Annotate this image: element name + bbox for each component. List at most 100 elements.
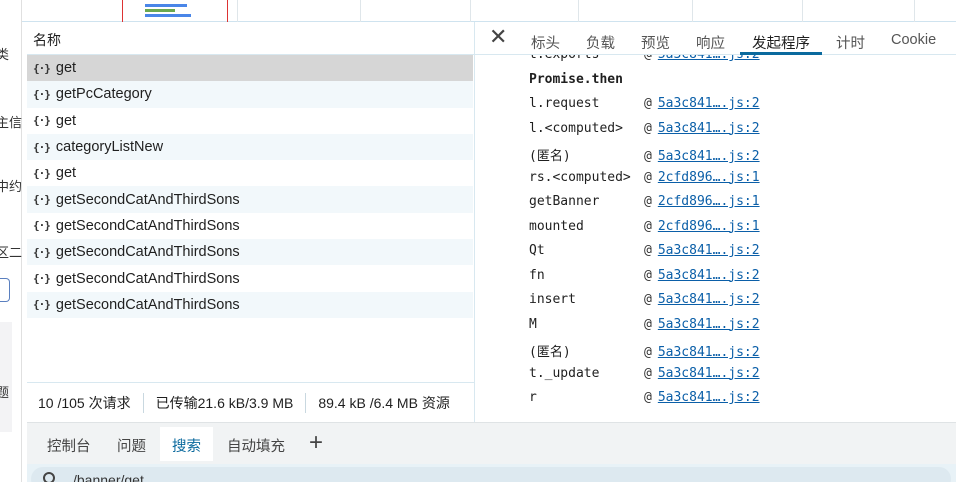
source-link[interactable]: 5a3c841….js:2 xyxy=(658,121,760,136)
timeline-bar xyxy=(145,14,191,17)
tab-payload[interactable]: 负载 xyxy=(586,32,615,53)
call-frame-at: @ xyxy=(644,316,652,332)
request-name: getSecondCatAndThirdSons xyxy=(55,296,240,313)
call-frame-at: @ xyxy=(644,365,652,381)
call-frame-at: @ xyxy=(644,345,652,360)
request-count: 10 /105 次请求 xyxy=(38,394,131,411)
timeline-gridline xyxy=(692,0,693,22)
call-frame-function: Promise.then xyxy=(529,71,623,87)
search-input[interactable]: /banner/get xyxy=(31,467,951,482)
request-row[interactable]: {·} getSecondCatAndThirdSons xyxy=(27,186,473,213)
source-link[interactable]: 5a3c841….js:2 xyxy=(658,292,760,307)
request-name: get xyxy=(55,112,77,129)
request-row[interactable]: {·} get xyxy=(27,55,473,82)
call-frame-at: @ xyxy=(644,169,652,185)
request-name: get xyxy=(55,165,77,182)
timeline-bar xyxy=(145,9,175,12)
call-frame: rs.<computed> @2cfd896….js:1 xyxy=(529,170,760,190)
source-link[interactable]: 2cfd896….js:1 xyxy=(658,219,760,234)
request-row[interactable]: {·} categoryListNew xyxy=(27,133,473,161)
add-tab-icon[interactable]: + xyxy=(309,429,323,457)
request-row[interactable]: {·} getSecondCatAndThirdSons xyxy=(27,291,473,318)
call-frame-at: @ xyxy=(644,218,652,234)
call-frame: Promise.then xyxy=(529,72,644,92)
request-row[interactable]: {·} getSecondCatAndThirdSons xyxy=(27,239,473,266)
request-row[interactable]: {·} getSecondCatAndThirdSons xyxy=(27,265,473,291)
call-frame-function: t._update xyxy=(529,365,600,381)
call-frame: Qt @5a3c841….js:2 xyxy=(529,243,760,263)
tab-cookies[interactable]: Cookie xyxy=(891,32,936,48)
call-frame: l.<computed> @5a3c841….js:2 xyxy=(529,121,760,141)
request-row[interactable]: {·} get xyxy=(27,108,473,134)
call-frame-at: @ xyxy=(644,120,652,136)
timeline-gridline xyxy=(470,0,471,22)
request-row[interactable]: {·} getPcCategory xyxy=(27,81,473,108)
call-frame-function: (匿名) xyxy=(529,149,571,164)
transferred-size: 已传输21.6 kB/3.9 MB xyxy=(155,394,294,411)
source-link[interactable]: 5a3c841….js:2 xyxy=(658,345,760,360)
request-name: getSecondCatAndThirdSons xyxy=(55,217,240,234)
source-link[interactable]: 2cfd896….js:1 xyxy=(658,170,760,185)
request-name: getSecondCatAndThirdSons xyxy=(55,191,240,208)
tab-initiator[interactable]: 发起程序 xyxy=(740,24,822,55)
drawer-tab-console[interactable]: 控制台 xyxy=(47,435,91,456)
call-frame-at: @ xyxy=(644,149,652,164)
drawer-tab-bar: 控制台 问题 搜索 自动填充 + xyxy=(27,422,956,464)
source-link[interactable]: 5a3c841….js:2 xyxy=(658,96,760,111)
request-row[interactable]: {·} get xyxy=(27,160,473,186)
call-frame-function: l.<computed> xyxy=(529,120,623,136)
tab-response[interactable]: 响应 xyxy=(696,32,725,53)
drawer-tab-search[interactable]: 搜索 xyxy=(160,427,213,461)
source-link[interactable]: 5a3c841….js:2 xyxy=(658,317,760,332)
call-frame: M @5a3c841….js:2 xyxy=(529,317,760,337)
page-fragment: 主信 xyxy=(0,115,22,130)
tab-timing[interactable]: 计时 xyxy=(836,32,865,53)
call-frame: t._update @5a3c841….js:2 xyxy=(529,366,760,386)
call-frame: mounted @2cfd896….js:1 xyxy=(529,219,760,239)
call-frame-at: @ xyxy=(644,55,652,62)
page-fragment: 类 xyxy=(0,47,10,62)
source-link[interactable]: 5a3c841….js:2 xyxy=(658,149,760,164)
request-name: get xyxy=(55,60,77,77)
source-link[interactable]: 5a3c841….js:2 xyxy=(658,390,760,405)
call-frame-function: insert xyxy=(529,292,576,307)
drawer-tab-issues[interactable]: 问题 xyxy=(117,435,146,456)
drawer-tab-autofill[interactable]: 自动填充 xyxy=(227,435,285,456)
call-frame: l.request @5a3c841….js:2 xyxy=(529,96,760,116)
source-link[interactable]: 5a3c841….js:2 xyxy=(658,55,760,62)
request-list-panel: 名称 {·} get {·} getPcCategory {·} get {·} catego… xyxy=(27,22,475,422)
source-link[interactable]: 5a3c841….js:2 xyxy=(658,268,760,283)
name-column-header[interactable]: 名称 xyxy=(27,22,475,55)
call-frame-function: rs.<computed> xyxy=(529,169,631,185)
call-frame-at: @ xyxy=(644,243,652,258)
call-frame: insert @5a3c841….js:2 xyxy=(529,292,760,312)
timeline-overview[interactable] xyxy=(22,0,956,22)
call-frame-function: fn xyxy=(529,267,545,283)
timeline-gridline xyxy=(360,0,361,22)
close-icon[interactable]: ✕ xyxy=(489,25,507,50)
source-link[interactable]: 5a3c841….js:2 xyxy=(658,243,760,258)
call-frame-at: @ xyxy=(644,96,652,111)
resources-size: 89.4 kB /6.4 MB 资源 xyxy=(318,394,450,411)
page-fragment-block xyxy=(0,322,12,432)
timeline-gridline xyxy=(802,0,803,22)
source-link[interactable]: 2cfd896….js:1 xyxy=(658,194,760,209)
xhr-icon: {·} xyxy=(33,219,51,233)
call-frame-function: getBanner xyxy=(529,194,600,209)
tab-preview[interactable]: 预览 xyxy=(641,32,670,53)
xhr-icon: {·} xyxy=(33,245,51,259)
call-frame-at: @ xyxy=(644,390,652,405)
call-frame-function: t.exports xyxy=(529,55,644,62)
call-frame-at: @ xyxy=(644,267,652,283)
request-name: getSecondCatAndThirdSons xyxy=(55,270,240,287)
request-name: getPcCategory xyxy=(55,86,152,103)
xhr-icon: {·} xyxy=(33,114,51,128)
tab-headers[interactable]: 标头 xyxy=(531,32,560,53)
request-row[interactable]: {·} getSecondCatAndThirdSons xyxy=(27,213,473,239)
call-frame-function: M xyxy=(529,316,537,332)
call-frame: (匿名) @5a3c841….js:2 xyxy=(529,145,760,165)
search-query[interactable]: /banner/get xyxy=(73,472,144,482)
call-frame: fn @5a3c841….js:2 xyxy=(529,268,760,288)
source-link[interactable]: 5a3c841….js:2 xyxy=(658,366,760,381)
timeline-selection[interactable] xyxy=(122,0,228,22)
